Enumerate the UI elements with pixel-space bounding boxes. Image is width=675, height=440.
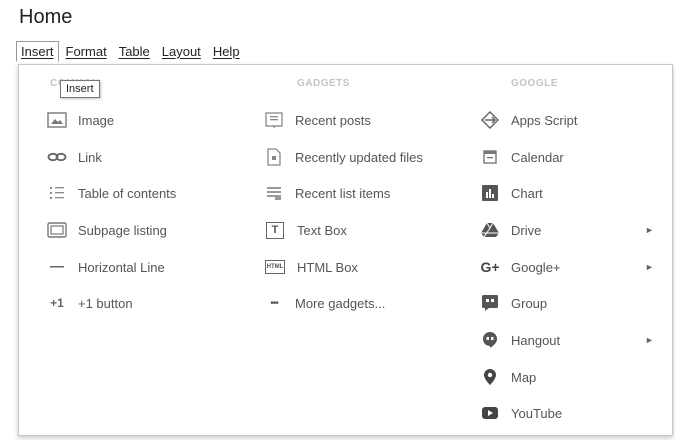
- text-box-icon: T: [266, 221, 284, 239]
- menu-item-label: +1 button: [78, 295, 133, 311]
- menu-insert[interactable]: Insert: [16, 40, 59, 62]
- menu-item-recently-updated-files[interactable]: Recently updated files: [264, 146, 423, 168]
- menu-item-group[interactable]: Group: [480, 292, 547, 314]
- menu-help[interactable]: Help: [208, 42, 245, 61]
- menu-item-map[interactable]: Map: [480, 366, 536, 388]
- apps-script-icon: [480, 111, 500, 129]
- menu-item-label: YouTube: [511, 405, 563, 421]
- horizontal-line-icon: [47, 258, 67, 276]
- menu-item-label: Table of contents: [78, 185, 177, 201]
- menu-item-horizontal-line[interactable]: Horizontal Line: [47, 256, 165, 278]
- menu-item-label: Image: [78, 112, 115, 128]
- hangout-submenu-arrow: ►: [645, 335, 654, 345]
- group-icon: [480, 294, 500, 312]
- menu-item-html-box[interactable]: HTML HTML Box: [264, 256, 358, 278]
- menu-item-label: Calendar: [511, 149, 564, 165]
- menu-item-label: Apps Script: [511, 112, 578, 128]
- table-of-contents-icon: [47, 184, 67, 202]
- menu-item-hangout[interactable]: Hangout: [480, 329, 560, 351]
- page-title: Home: [19, 6, 73, 28]
- google-heading: GOOGLE: [511, 78, 558, 89]
- youtube-icon: [480, 404, 500, 422]
- calendar-icon: [480, 148, 500, 166]
- menu-item-more-gadgets[interactable]: ••• More gadgets...: [264, 292, 385, 314]
- recent-posts-icon: [264, 111, 284, 129]
- plus-one-icon: +1: [50, 296, 64, 310]
- menu-item-table-of-contents[interactable]: Table of contents: [47, 182, 176, 204]
- menu-item-label: Google+: [511, 259, 561, 275]
- menu-layout[interactable]: Layout: [157, 42, 206, 61]
- subpage-listing-icon: [47, 221, 67, 239]
- html-box-icon: HTML: [265, 260, 285, 274]
- gadgets-heading: GADGETS: [297, 78, 350, 89]
- google-plus-submenu-arrow: ►: [645, 262, 654, 272]
- menu-item-recent-posts[interactable]: Recent posts: [264, 109, 371, 131]
- menu-item-subpage-listing[interactable]: Subpage listing: [47, 219, 167, 241]
- image-icon: [47, 111, 67, 129]
- menu-item-image[interactable]: Image: [47, 109, 114, 131]
- menu-item-calendar[interactable]: Calendar: [480, 146, 564, 168]
- menu-item-label: Recently updated files: [295, 149, 423, 165]
- chart-icon: [480, 184, 500, 202]
- more-gadgets-icon: •••: [270, 297, 279, 309]
- menu-item-label: Horizontal Line: [78, 259, 165, 275]
- menu-item-label: Recent list items: [295, 185, 391, 201]
- menu-item-google-plus[interactable]: G+ Google+: [480, 256, 561, 278]
- menu-item-label: Drive: [511, 222, 542, 238]
- google-plus-icon: G+: [480, 259, 500, 275]
- menu-item-label: More gadgets...: [295, 295, 386, 311]
- menu-item-label: Hangout: [511, 332, 561, 348]
- menu-item-plus-one-button[interactable]: +1 +1 button: [47, 292, 133, 314]
- menu-item-label: Group: [511, 295, 548, 311]
- menu-format[interactable]: Format: [61, 42, 112, 61]
- hangout-icon: [480, 331, 500, 349]
- menu-item-label: Link: [78, 149, 102, 165]
- menu-item-youtube[interactable]: YouTube: [480, 402, 562, 424]
- menu-item-recent-list-items[interactable]: Recent list items: [264, 182, 390, 204]
- menu-item-label: Text Box: [297, 222, 347, 238]
- menu-table[interactable]: Table: [114, 42, 155, 61]
- menu-item-link[interactable]: Link: [47, 146, 102, 168]
- drive-submenu-arrow: ►: [645, 225, 654, 235]
- menu-item-text-box[interactable]: T Text Box: [264, 219, 347, 241]
- recent-list-items-icon: [264, 184, 284, 202]
- menu-item-drive[interactable]: Drive: [480, 219, 541, 241]
- menu-bar: Insert Format Table Layout Help: [16, 40, 247, 62]
- recently-updated-files-icon: [264, 148, 284, 166]
- menu-item-label: Chart: [511, 185, 543, 201]
- drive-icon: [480, 221, 500, 239]
- menu-item-label: Map: [511, 369, 537, 385]
- menu-item-label: Subpage listing: [78, 222, 167, 238]
- insert-tooltip: Insert: [60, 80, 100, 98]
- menu-item-chart[interactable]: Chart: [480, 182, 543, 204]
- menu-item-label: HTML Box: [297, 259, 358, 275]
- map-pin-icon: [480, 368, 500, 386]
- menu-item-label: Recent posts: [295, 112, 371, 128]
- menu-item-apps-script[interactable]: Apps Script: [480, 109, 577, 131]
- link-icon: [47, 148, 67, 166]
